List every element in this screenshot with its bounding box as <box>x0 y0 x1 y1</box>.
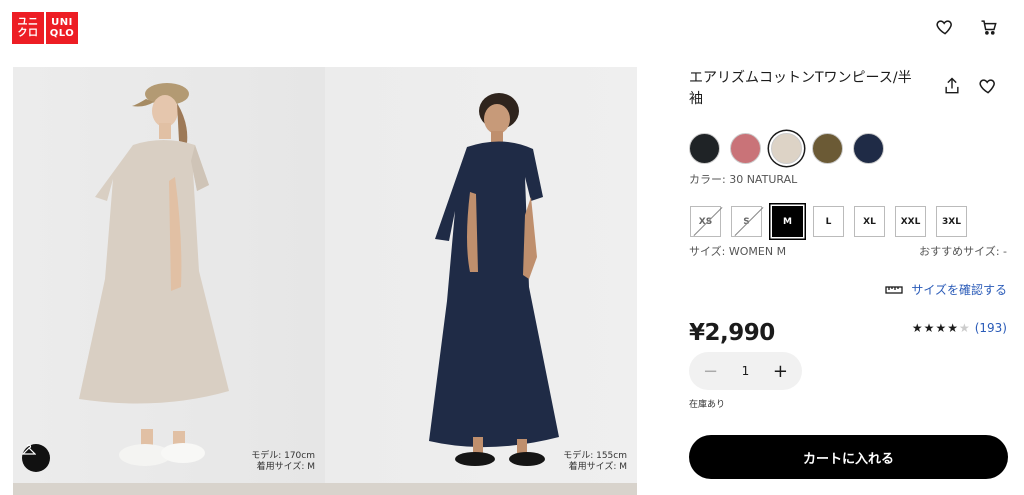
product-photo-natural[interactable]: モデル: 170cm 着用サイズ: M <box>13 67 325 483</box>
review-count[interactable]: (193) <box>975 321 1007 335</box>
logo-katakana: ユニ クロ <box>12 12 44 44</box>
size-option-3xl[interactable]: 3XL <box>936 206 967 237</box>
logo-latin-top: UNI <box>51 17 73 28</box>
model-size: 着用サイズ: M <box>256 462 315 472</box>
add-to-cart-button[interactable]: カートに入れる <box>689 435 1008 479</box>
product-photo-navy[interactable]: モデル: 155cm 着用サイズ: M <box>325 67 637 483</box>
ruler-icon <box>885 285 903 294</box>
logo-katakana-top: ユニ <box>17 17 39 28</box>
product-rating[interactable]: ★★★★★ (193) <box>912 321 1007 335</box>
model-illustration-natural <box>79 83 229 466</box>
product-price: ¥2,990 <box>689 320 775 346</box>
size-option-l[interactable]: L <box>813 206 844 237</box>
color-swatch-navy[interactable] <box>853 133 884 164</box>
product-title: エアリズムコットンTワンピース/半袖 <box>689 70 912 107</box>
model-height: モデル: 155cm <box>563 451 627 461</box>
size-option-xxl[interactable]: XXL <box>895 206 926 237</box>
recommended-size-label: おすすめサイズ: - <box>919 245 1007 258</box>
logo-latin: UNI QLO <box>46 12 78 44</box>
share-icon[interactable] <box>942 76 962 96</box>
color-swatch-natural[interactable] <box>771 133 802 164</box>
color-swatch-pink[interactable] <box>730 133 761 164</box>
hanger-icon[interactable] <box>22 444 50 472</box>
model-size: 着用サイズ: M <box>568 462 627 472</box>
quantity-decrease-button[interactable]: − <box>703 361 718 382</box>
selected-color-label: カラー: 30 NATURAL <box>689 173 798 186</box>
uniqlo-logo[interactable]: ユニ クロ UNI QLO <box>12 12 78 44</box>
size-option-m[interactable]: M <box>772 206 803 237</box>
quantity-increase-button[interactable]: + <box>773 361 788 382</box>
quantity-value: 1 <box>741 364 750 378</box>
color-swatch-black[interactable] <box>689 133 720 164</box>
size-option-s[interactable]: S <box>731 206 762 237</box>
size-check-link[interactable]: サイズを確認する <box>885 281 1007 298</box>
cart-icon[interactable] <box>979 17 999 37</box>
product-gallery[interactable]: モデル: 170cm 着用サイズ: M モデル: 155cm 着用サイズ: M <box>13 67 637 495</box>
color-swatches <box>689 133 884 164</box>
model-height: モデル: 170cm <box>251 451 315 461</box>
heart-icon[interactable] <box>935 17 955 37</box>
model-illustration-navy <box>429 93 559 466</box>
heart-icon[interactable] <box>978 76 998 96</box>
size-check-label: サイズを確認する <box>911 283 1007 297</box>
model-caption: モデル: 170cm 着用サイズ: M <box>251 451 315 473</box>
model-caption: モデル: 155cm 着用サイズ: M <box>563 451 627 473</box>
size-selector: XS S M L XL XXL 3XL <box>690 206 967 237</box>
logo-katakana-bottom: クロ <box>17 28 39 39</box>
stock-status: 在庫あり <box>689 400 726 410</box>
quantity-stepper: − 1 + <box>689 352 802 390</box>
size-option-xl[interactable]: XL <box>854 206 885 237</box>
logo-latin-bottom: QLO <box>49 28 75 39</box>
rating-stars: ★★★★★ <box>911 321 971 335</box>
selected-size-label: サイズ: WOMEN M <box>689 245 787 258</box>
size-option-xs[interactable]: XS <box>690 206 721 237</box>
color-swatch-olive[interactable] <box>812 133 843 164</box>
next-photo-row <box>13 483 637 495</box>
